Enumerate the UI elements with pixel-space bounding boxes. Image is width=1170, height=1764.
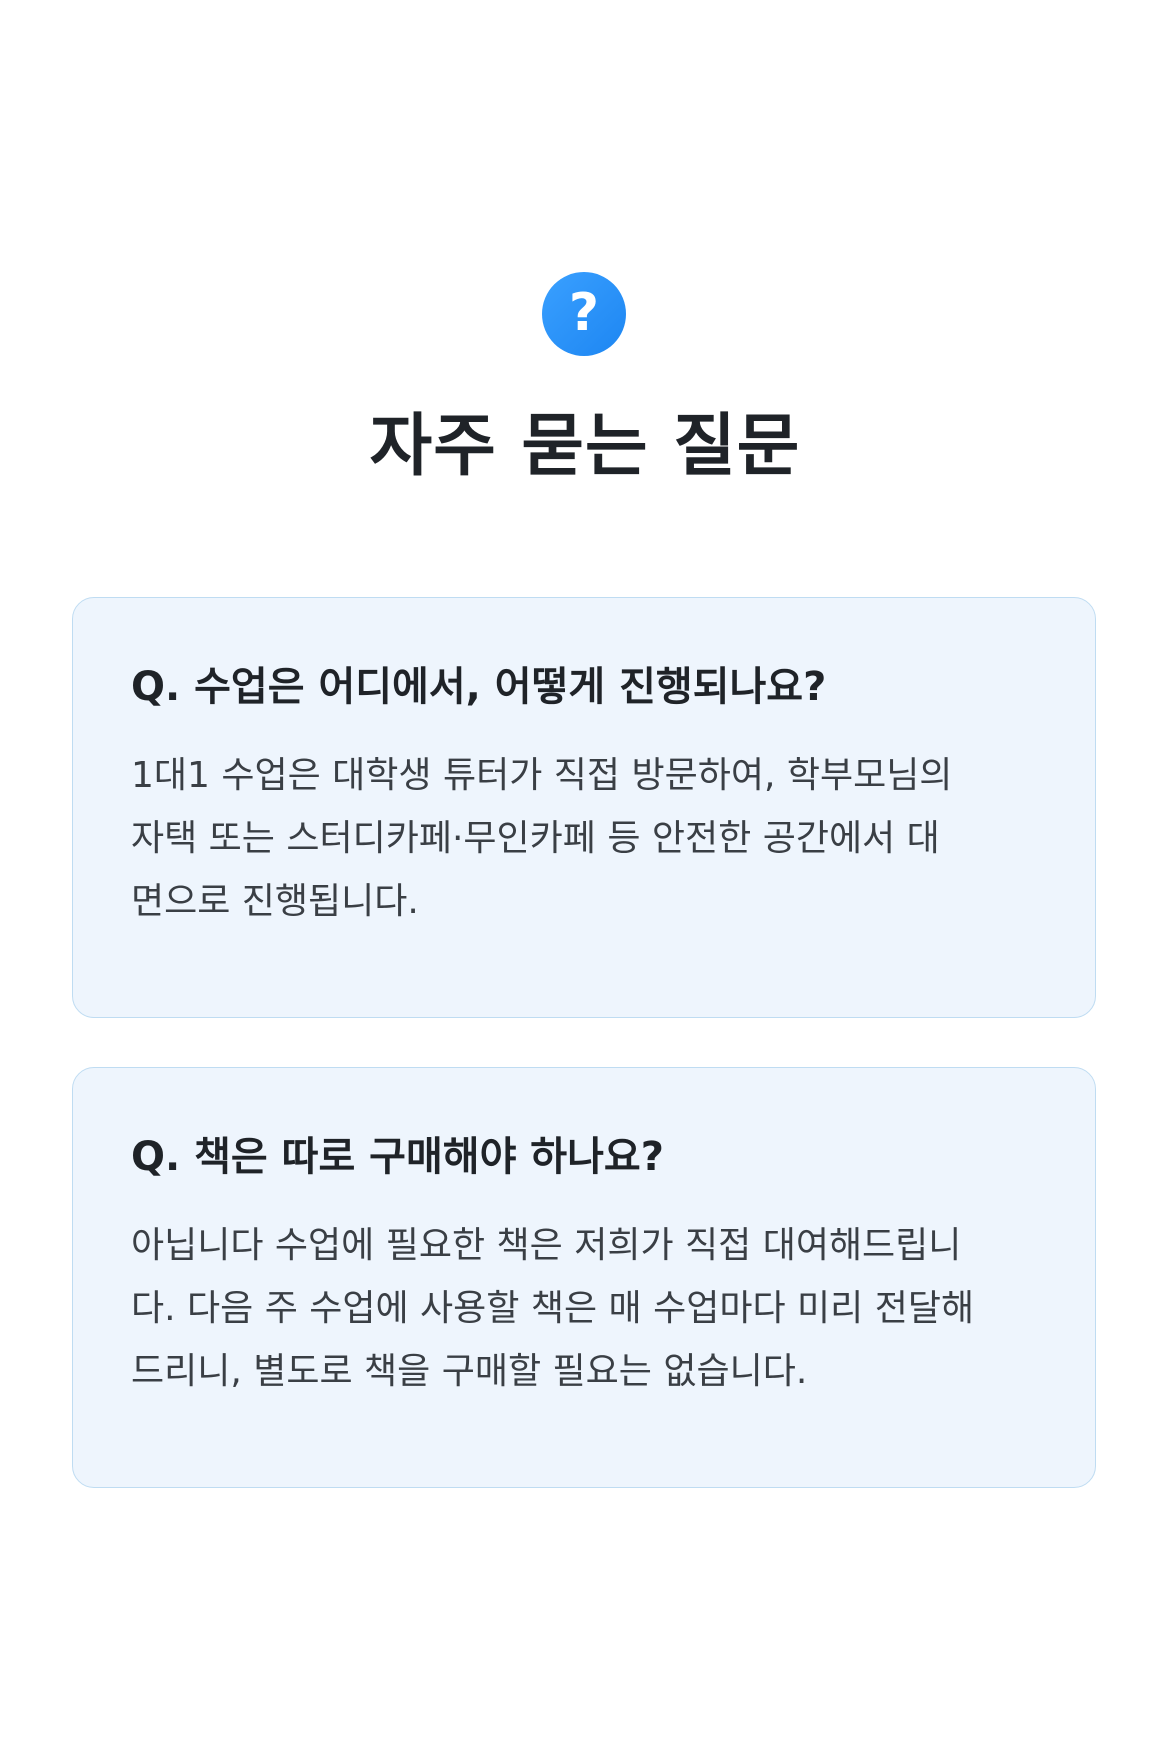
- faq-answer: 아닙니다 수업에 필요한 책은 저희가 직접 대여해드립니 다. 다음 주 수업…: [131, 1225, 975, 1392]
- faq-item: Q. 수업은 어디에서, 어떻게 진행되나요? 1대1 수업은 대학생 튜터가 …: [72, 597, 1096, 1018]
- faq-page: ? 자주 묻는 질문 Q. 수업은 어디에서, 어떻게 진행되나요? 1대1 수…: [0, 0, 1170, 1764]
- faq-answer: 1대1 수업은 대학생 튜터가 직접 방문하여, 학부모님의 자택 또는 스터디…: [131, 755, 953, 922]
- question-mark-icon: ?: [542, 272, 626, 356]
- faq-item: Q. 책은 따로 구매해야 하나요? 아닙니다 수업에 필요한 책은 저희가 직…: [72, 1067, 1096, 1488]
- page-title: 자주 묻는 질문: [369, 407, 801, 486]
- faq-question: Q. 책은 따로 구매해야 하나요?: [131, 1134, 664, 1180]
- question-mark-glyph: ?: [568, 283, 600, 343]
- faq-question: Q. 수업은 어디에서, 어떻게 진행되나요?: [131, 664, 827, 710]
